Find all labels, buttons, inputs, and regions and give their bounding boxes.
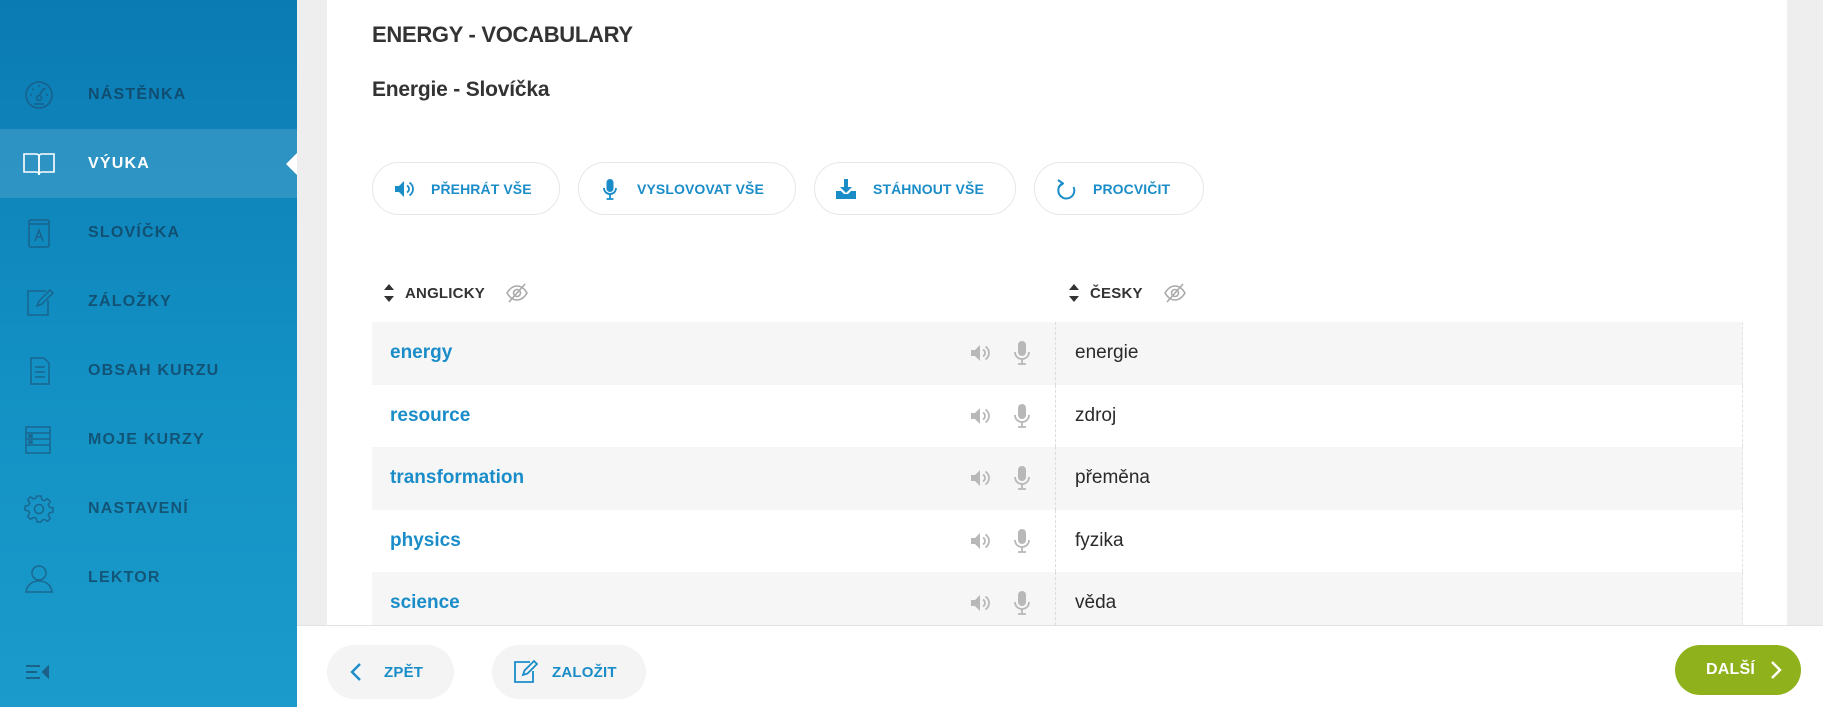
- english-word[interactable]: physics: [390, 530, 461, 552]
- english-cell: energy: [372, 322, 1056, 385]
- speaker-icon: [395, 180, 414, 197]
- english-cell: resource: [372, 384, 1056, 447]
- course-list-icon: [22, 424, 56, 456]
- sidebar: NÁSTĚNKA VÝUKA SLOVÍČKA ZÁLOŽKY OBSAH KU…: [0, 0, 297, 707]
- speaker-icon[interactable]: [969, 405, 991, 427]
- bookmark-label: ZALOŽIT: [552, 663, 617, 681]
- czech-cell: fyzika: [1056, 509, 1743, 572]
- person-icon: [22, 562, 56, 594]
- open-book-icon: [22, 148, 56, 180]
- sidebar-item-label: VÝUKA: [88, 154, 151, 172]
- dictionary-icon: [22, 217, 56, 249]
- sidebar-item-label: SLOVÍČKA: [88, 223, 181, 241]
- practice-label: PROCVIČIT: [1093, 180, 1171, 197]
- bookmark-edit-icon: [22, 286, 56, 318]
- play-all-button[interactable]: PŘEHRÁT VŠE: [372, 162, 560, 215]
- czech-word: energie: [1075, 342, 1139, 364]
- pronounce-all-button[interactable]: VYSLOVOVAT VŠE: [578, 162, 796, 215]
- table-row: transformation přeměna: [372, 447, 1743, 510]
- lesson-footer: ZPĚT ZALOŽIT DALŠÍ: [297, 625, 1823, 707]
- sidebar-item-label: MOJE KURZY: [88, 430, 205, 448]
- english-word[interactable]: energy: [390, 342, 452, 364]
- column-header-english[interactable]: ANGLICKY: [383, 282, 529, 304]
- czech-word: zdroj: [1075, 404, 1117, 426]
- bookmark-edit-icon: [514, 659, 538, 683]
- sort-arrows-icon: [384, 284, 394, 302]
- column-header-label: ANGLICKY: [405, 284, 485, 302]
- column-header-label: ČESKY: [1090, 284, 1143, 302]
- lesson-title-english: ENERGY - VOCABULARY: [372, 22, 633, 47]
- sidebar-item-label: NASTAVENÍ: [88, 499, 189, 517]
- back-label: ZPĚT: [384, 663, 424, 681]
- czech-cell: přeměna: [1056, 447, 1743, 510]
- vocabulary-table: energy energie resource zdroj transforma…: [372, 322, 1743, 635]
- sidebar-item-slovicka[interactable]: SLOVÍČKA: [0, 198, 297, 267]
- microphone-icon[interactable]: [1012, 528, 1032, 554]
- sidebar-item-lektor[interactable]: LEKTOR: [0, 543, 297, 612]
- sidebar-item-vyuka[interactable]: VÝUKA: [0, 129, 297, 198]
- microphone-icon[interactable]: [1012, 403, 1032, 429]
- column-header-czech[interactable]: ČESKY: [1068, 282, 1187, 304]
- microphone-icon[interactable]: [1012, 340, 1032, 366]
- lesson-content-card: ENERGY - VOCABULARY Energie - Slovíčka P…: [327, 0, 1787, 640]
- czech-word: fyzika: [1075, 529, 1124, 551]
- czech-cell: zdroj: [1056, 384, 1743, 447]
- table-row: resource zdroj: [372, 384, 1743, 447]
- chevron-left-icon: [350, 663, 361, 681]
- speaker-icon[interactable]: [969, 342, 991, 364]
- english-cell: transformation: [372, 447, 1056, 510]
- chevron-right-icon: [1771, 661, 1782, 679]
- next-button[interactable]: DALŠÍ: [1675, 645, 1801, 695]
- speaker-icon[interactable]: [969, 530, 991, 552]
- lesson-title-czech: Energie - Slovíčka: [372, 78, 550, 101]
- collapse-menu-button[interactable]: [24, 662, 54, 682]
- sidebar-item-moje-kurzy[interactable]: MOJE KURZY: [0, 405, 297, 474]
- practice-button[interactable]: PROCVIČIT: [1034, 162, 1204, 215]
- hide-column-eye-icon[interactable]: [505, 282, 529, 304]
- gear-icon: [22, 493, 56, 525]
- czech-word: věda: [1075, 592, 1117, 614]
- page-background: [1787, 0, 1823, 625]
- back-button[interactable]: ZPĚT: [327, 645, 454, 699]
- pronounce-all-label: VYSLOVOVAT VŠE: [637, 180, 764, 197]
- table-row: physics fyzika: [372, 509, 1743, 572]
- sidebar-item-nastaveni[interactable]: NASTAVENÍ: [0, 474, 297, 543]
- hide-column-eye-icon[interactable]: [1163, 282, 1187, 304]
- sidebar-item-label: ZÁLOŽKY: [88, 292, 172, 310]
- document-list-icon: [22, 355, 56, 387]
- english-word[interactable]: resource: [390, 405, 470, 427]
- english-word[interactable]: transformation: [390, 467, 524, 489]
- sidebar-item-obsah-kurzu[interactable]: OBSAH KURZU: [0, 336, 297, 405]
- dashboard-gauge-icon: [22, 79, 56, 111]
- czech-word: přeměna: [1075, 467, 1150, 489]
- speaker-icon[interactable]: [969, 592, 991, 614]
- sort-arrows-icon: [1069, 284, 1079, 302]
- next-label: DALŠÍ: [1706, 661, 1755, 678]
- download-icon: [836, 178, 856, 199]
- sidebar-item-nastenka[interactable]: NÁSTĚNKA: [0, 60, 297, 129]
- table-row: energy energie: [372, 322, 1743, 385]
- refresh-icon: [1057, 178, 1076, 199]
- czech-cell: energie: [1056, 322, 1743, 385]
- bookmark-button[interactable]: ZALOŽIT: [492, 645, 646, 699]
- microphone-icon: [603, 178, 617, 200]
- sidebar-item-label: NÁSTĚNKA: [88, 85, 187, 103]
- english-cell: physics: [372, 509, 1056, 572]
- microphone-icon[interactable]: [1012, 465, 1032, 491]
- download-all-label: STÁHNOUT VŠE: [873, 180, 984, 197]
- collapse-menu-icon: [26, 664, 49, 680]
- english-word[interactable]: science: [390, 592, 460, 614]
- download-all-button[interactable]: STÁHNOUT VŠE: [814, 162, 1016, 215]
- play-all-label: PŘEHRÁT VŠE: [431, 180, 532, 197]
- speaker-icon[interactable]: [969, 467, 991, 489]
- sidebar-nav: NÁSTĚNKA VÝUKA SLOVÍČKA ZÁLOŽKY OBSAH KU…: [0, 60, 297, 612]
- sidebar-item-label: LEKTOR: [88, 568, 161, 586]
- sidebar-item-label: OBSAH KURZU: [88, 361, 220, 379]
- sidebar-item-zalozky[interactable]: ZÁLOŽKY: [0, 267, 297, 336]
- microphone-icon[interactable]: [1012, 590, 1032, 616]
